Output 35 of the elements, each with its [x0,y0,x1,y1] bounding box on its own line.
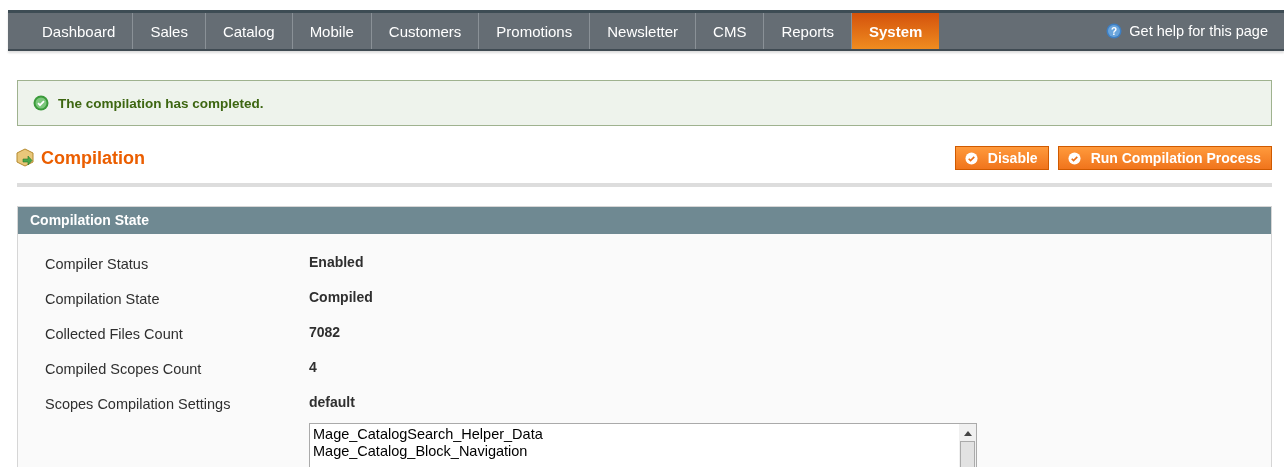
page-title: Compilation [41,147,145,169]
nav-tab[interactable]: Promotions [479,13,591,49]
list-option[interactable]: Mage_CatalogSearch_Helper_Data [313,426,543,443]
field-value: Compiled [309,288,373,305]
field-value: Enabled [309,253,364,270]
field-label: Compiler Status [45,255,150,272]
list-option[interactable]: Mage_Catalog_Block_Navigation [313,443,543,460]
nav-tab[interactable]: Newsletter [590,13,697,49]
nav-tab[interactable]: Sales [133,13,206,49]
field-value: 7082 [309,323,341,340]
scroll-thumb[interactable] [960,441,975,467]
check-icon [964,151,978,165]
check-circle-icon [33,95,49,111]
message-text: The compilation has completed. [58,95,264,111]
nav-tab[interactable]: Mobile [292,13,372,49]
field-value: default [309,393,355,410]
nav-tab[interactable]: Dashboard [25,13,134,49]
box-arrow-icon [15,148,35,168]
field-label: Compiled Scopes Count [45,360,203,377]
scroll-up-icon[interactable] [963,430,972,436]
scopes-listbox[interactable]: Mage_CatalogSearch_Helper_Data Mage_Catalog_Block_Navigation [309,423,977,467]
section-header: Compilation State [18,207,1271,234]
check-icon [1067,151,1081,165]
nav-tab[interactable]: System [851,13,940,49]
field-label: Scopes Compilation Settings [45,395,232,412]
nav-tab[interactable]: CMS [696,13,765,49]
field-label: Compilation State [45,290,161,307]
help-link[interactable]: Get help for this page [1129,23,1268,39]
nav-tab[interactable]: Customers [371,13,480,49]
field-label: Collected Files Count [45,325,184,342]
nav-tab[interactable]: Reports [764,13,852,49]
field-value: 4 [309,358,317,375]
help-icon: ? [1106,23,1123,39]
nav-tab[interactable]: Catalog [205,13,293,49]
scrollbar[interactable] [959,424,976,467]
